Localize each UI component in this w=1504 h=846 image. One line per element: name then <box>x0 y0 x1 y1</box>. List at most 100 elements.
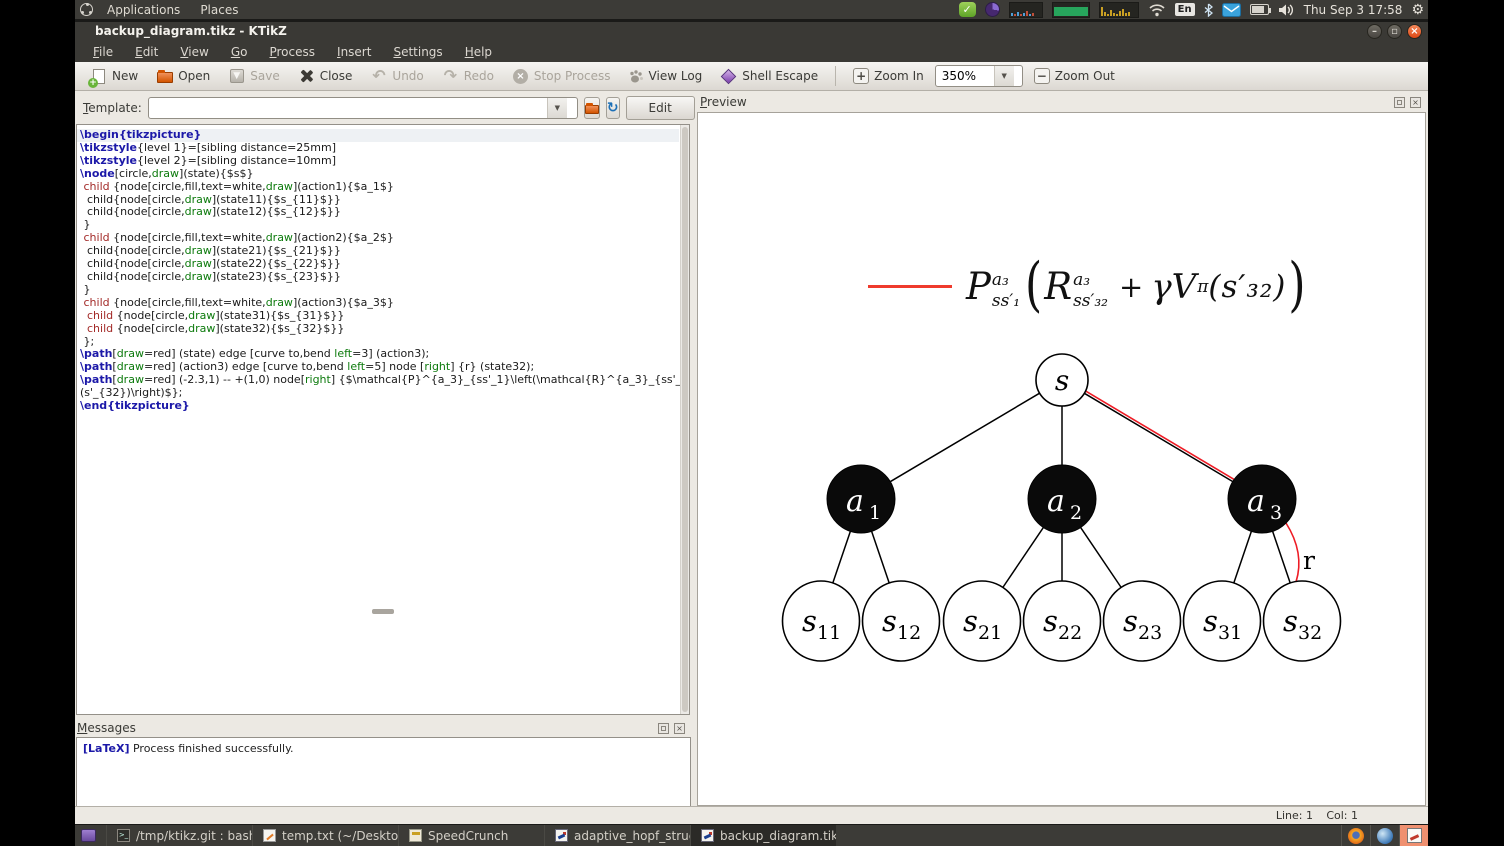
menu-help[interactable]: Help <box>456 44 501 60</box>
network-monitor-graph[interactable] <box>1008 1 1043 18</box>
state-node-s32 <box>1262 580 1342 662</box>
open-folder-icon <box>156 68 173 85</box>
label-a1-sub: 1 <box>869 502 881 524</box>
firefox-icon <box>1348 827 1364 844</box>
template-browse-button[interactable] <box>583 96 600 119</box>
label-s11-sub: 11 <box>817 622 841 644</box>
minimize-button[interactable]: – <box>1367 24 1382 39</box>
titlebar[interactable]: backup_diagram.tikz - KTikZ – ▫ × <box>75 22 1428 41</box>
top-panel: Applications Places ✓ En Thu Sep 3 17:58… <box>75 0 1428 19</box>
zoom-level-combobox[interactable]: ▼ <box>934 65 1023 87</box>
time-tracker-icon[interactable] <box>984 2 1000 17</box>
clock[interactable]: Thu Sep 3 17:58 <box>1304 3 1403 17</box>
applications-menu[interactable]: Applications <box>101 2 186 18</box>
keyboard-layout-indicator[interactable]: En <box>1174 3 1195 16</box>
session-gear-icon[interactable]: ⚙ <box>1411 2 1424 18</box>
task-backup-diagram[interactable]: backup_diagram.tikz ... <box>690 825 836 846</box>
template-combobox[interactable]: ▼ <box>147 96 578 119</box>
menu-insert[interactable]: Insert <box>328 44 380 60</box>
chevron-down-icon[interactable]: ▼ <box>993 66 1014 86</box>
splitter-handle[interactable] <box>372 609 394 614</box>
close-file-button[interactable]: Close <box>291 66 360 87</box>
menubar: File Edit View Go Process Insert Setting… <box>75 41 1428 62</box>
zoom-out-button[interactable]: − Zoom Out <box>1027 66 1122 86</box>
messages-title: Messages <box>77 721 136 735</box>
new-button[interactable]: + New <box>83 66 145 88</box>
zoom-in-button[interactable]: + Zoom In <box>846 66 931 86</box>
code-line[interactable]: child {node[circle,draw](state32){$s_{32… <box>77 322 679 336</box>
code-editor[interactable]: \begin{tikzpicture} \tikzstyle{level 1}=[… <box>76 124 690 715</box>
redo-icon: ↷ <box>443 66 457 85</box>
load-monitor-graph[interactable] <box>1098 1 1139 18</box>
mail-icon[interactable] <box>1221 2 1241 17</box>
template-edit-button[interactable]: Edit <box>625 95 695 120</box>
label-a3: a <box>1247 484 1265 519</box>
places-menu[interactable]: Places <box>194 2 244 18</box>
volume-icon[interactable] <box>1278 3 1295 17</box>
label-s32-sub: 32 <box>1298 622 1322 644</box>
ktikz-launcher[interactable] <box>1399 825 1428 846</box>
label-s31-sub: 31 <box>1218 622 1242 644</box>
menu-settings[interactable]: Settings <box>384 44 451 60</box>
firefox-launcher[interactable] <box>1341 825 1370 846</box>
latex-message: Process finished successfully. <box>129 742 294 755</box>
menu-process[interactable]: Process <box>260 44 324 60</box>
preview-canvas[interactable]: P a₃ ss′₁ ( R a₃ ss′₃₂ + γV π (s′₃₂) ) s… <box>697 112 1426 806</box>
browser-launcher[interactable] <box>1370 825 1399 846</box>
undo-button[interactable]: ↶ Undo <box>363 66 430 87</box>
menu-go[interactable]: Go <box>222 44 257 60</box>
shell-escape-button[interactable]: Shell Escape <box>713 66 825 87</box>
chevron-down-icon[interactable]: ▼ <box>546 97 567 118</box>
template-reload-button[interactable]: ↻ <box>605 96 620 119</box>
task-speedcrunch[interactable]: SpeedCrunch <box>398 825 544 846</box>
stop-process-button[interactable]: × Stop Process <box>505 66 618 87</box>
template-row: Template: ▼ ↻ Edit <box>75 91 695 124</box>
task-adaptive-hopf[interactable]: adaptive_hopf_struc... <box>544 825 690 846</box>
code-line[interactable]: child{node[circle,draw](state12){$s_{12}… <box>77 205 679 219</box>
reload-icon: ↻ <box>606 99 619 116</box>
open-folder-icon <box>584 102 599 114</box>
open-button[interactable]: Open <box>149 66 217 87</box>
menu-edit[interactable]: Edit <box>126 44 167 60</box>
float-pane-icon[interactable] <box>1394 96 1405 108</box>
code-line[interactable]: child{node[circle,draw](state23){$s_{23}… <box>77 270 679 284</box>
bluetooth-icon[interactable] <box>1204 3 1213 17</box>
tikz-file-icon <box>555 829 568 842</box>
close-pane-icon[interactable]: × <box>674 722 685 734</box>
label-a3-sub: 3 <box>1270 502 1282 524</box>
close-pane-icon[interactable]: × <box>1410 96 1421 108</box>
undo-icon: ↶ <box>372 66 386 85</box>
view-log-button[interactable]: View Log <box>622 67 710 86</box>
close-window-button[interactable]: × <box>1407 24 1422 39</box>
menu-file[interactable]: File <box>84 44 122 60</box>
status-col: Col: 1 <box>1326 809 1358 822</box>
wifi-icon[interactable] <box>1148 3 1166 17</box>
distributor-logo-icon[interactable] <box>80 3 93 16</box>
code-line[interactable]: \end{tikzpicture} <box>77 399 679 413</box>
redo-button[interactable]: ↷ Redo <box>435 66 501 87</box>
editor-vertical-scrollbar[interactable] <box>680 125 689 714</box>
preview-title: Preview <box>700 95 747 109</box>
show-desktop-button[interactable] <box>81 829 96 842</box>
label-reward-r: r <box>1303 546 1315 575</box>
task-terminal[interactable]: >_ /tmp/ktikz.git : bash ... <box>106 825 252 846</box>
template-input[interactable] <box>148 100 547 115</box>
updates-ok-icon[interactable]: ✓ <box>958 2 976 17</box>
zoom-level-input[interactable] <box>935 69 994 83</box>
battery-icon[interactable] <box>1249 4 1271 15</box>
save-button[interactable]: ▼ Save <box>221 66 286 87</box>
statusbar: Line: 1 Col: 1 <box>75 806 1428 824</box>
view-log-icon <box>629 69 643 82</box>
state-node-s22 <box>1022 580 1102 662</box>
status-line: Line: 1 <box>1275 809 1313 822</box>
preview-header: Preview × <box>700 93 1427 111</box>
state-node-s11 <box>781 580 861 662</box>
cpu-monitor-graph[interactable] <box>1051 1 1090 18</box>
new-document-icon: + <box>88 68 107 88</box>
menu-view[interactable]: View <box>171 44 217 60</box>
float-pane-icon[interactable] <box>658 722 669 734</box>
label-s31: s <box>1203 604 1218 638</box>
label-s32: s <box>1283 604 1298 638</box>
task-text-editor[interactable]: temp.txt (~/Desktop... <box>252 825 398 846</box>
maximize-button[interactable]: ▫ <box>1387 24 1402 39</box>
